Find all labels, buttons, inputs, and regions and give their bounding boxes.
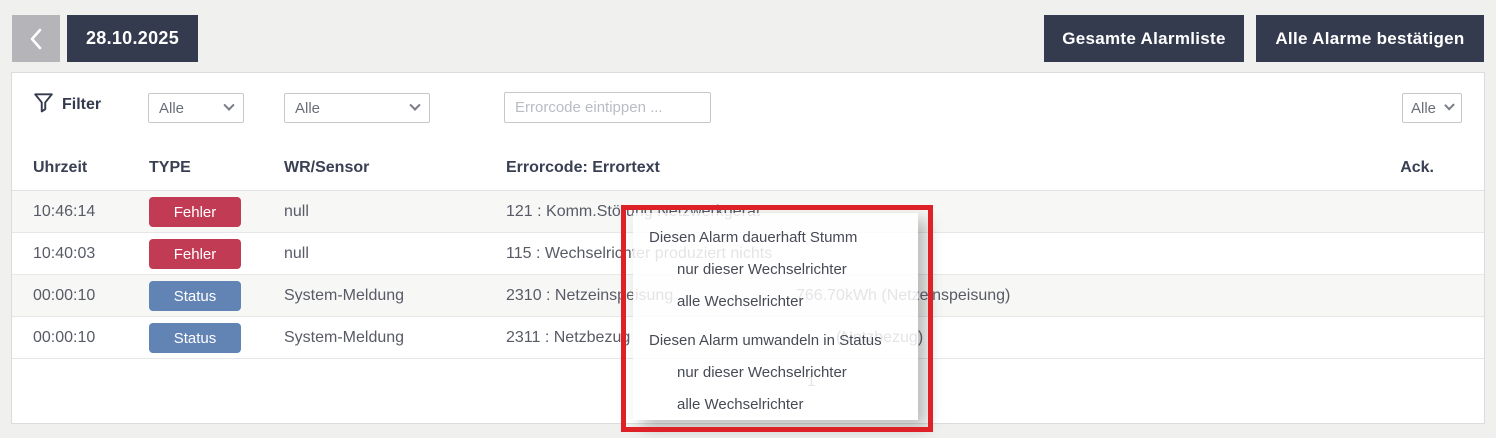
type-badge[interactable]: Fehler	[149, 197, 241, 227]
context-menu-item[interactable]: nur dieser Wechselrichter	[633, 357, 918, 389]
row-sensor: System-Meldung	[284, 275, 404, 317]
errorcode-input[interactable]	[504, 92, 711, 123]
full-alarmlist-button[interactable]: Gesamte Alarmliste	[1044, 15, 1244, 62]
chevron-down-icon	[1444, 100, 1455, 111]
confirm-all-alarms-button[interactable]: Alle Alarme bestätigen	[1256, 15, 1484, 62]
context-menu-section: Diesen Alarm dauerhaft Stumm nur dieser …	[633, 222, 918, 318]
row-time: 10:40:03	[33, 233, 95, 275]
row-errortext: 2311 : Netzbezug	[506, 317, 630, 359]
row-sensor: null	[284, 233, 309, 275]
type-filter-value: Alle	[159, 100, 215, 117]
header-errorcode: Errorcode: Errortext	[506, 159, 660, 177]
row-sensor: null	[284, 191, 309, 233]
filter-label: Filter	[62, 96, 101, 114]
chevron-down-icon	[223, 100, 234, 111]
header-uhrzeit: Uhrzeit	[33, 159, 87, 177]
type-badge[interactable]: Status	[149, 281, 241, 311]
context-menu-section: Diesen Alarm umwandeln in Status nur die…	[633, 325, 918, 421]
row-time: 10:46:14	[33, 191, 95, 233]
table-header-row: Uhrzeit TYPE WR/Sensor Errorcode: Errort…	[12, 133, 1484, 191]
context-menu-item[interactable]: nur dieser Wechselrichter	[633, 254, 918, 286]
context-menu-header: Diesen Alarm umwandeln in Status	[633, 325, 918, 357]
context-menu-item[interactable]: alle Wechselrichter	[633, 389, 918, 421]
chevron-left-icon	[26, 26, 46, 52]
header-type: TYPE	[149, 159, 191, 177]
chevron-down-icon	[409, 100, 420, 111]
ack-filter-select[interactable]: Alle	[1402, 93, 1462, 123]
type-filter-select[interactable]: Alle	[148, 93, 244, 123]
type-badge[interactable]: Fehler	[149, 239, 241, 269]
row-time: 00:00:10	[33, 275, 95, 317]
type-badge[interactable]: Status	[149, 323, 241, 353]
header-wr-sensor: WR/Sensor	[284, 159, 369, 177]
header-ack: Ack.	[1400, 159, 1434, 177]
sensor-filter-value: Alle	[295, 100, 401, 117]
context-menu-item[interactable]: alle Wechselrichter	[633, 286, 918, 318]
filter-bar: Filter Alle Alle Alle	[12, 73, 1484, 133]
date-button[interactable]: 28.10.2025	[67, 15, 198, 62]
alarm-context-menu: Diesen Alarm dauerhaft Stumm nur dieser …	[633, 213, 918, 420]
sensor-filter-select[interactable]: Alle	[284, 93, 430, 123]
context-menu-header: Diesen Alarm dauerhaft Stumm	[633, 222, 918, 254]
row-time: 00:00:10	[33, 317, 95, 359]
row-sensor: System-Meldung	[284, 317, 404, 359]
filter-icon	[33, 92, 54, 115]
ack-filter-value: Alle	[1411, 100, 1436, 117]
back-button[interactable]	[12, 15, 60, 62]
toolbar: 28.10.2025 Gesamte Alarmliste Alle Alarm…	[0, 0, 1496, 72]
